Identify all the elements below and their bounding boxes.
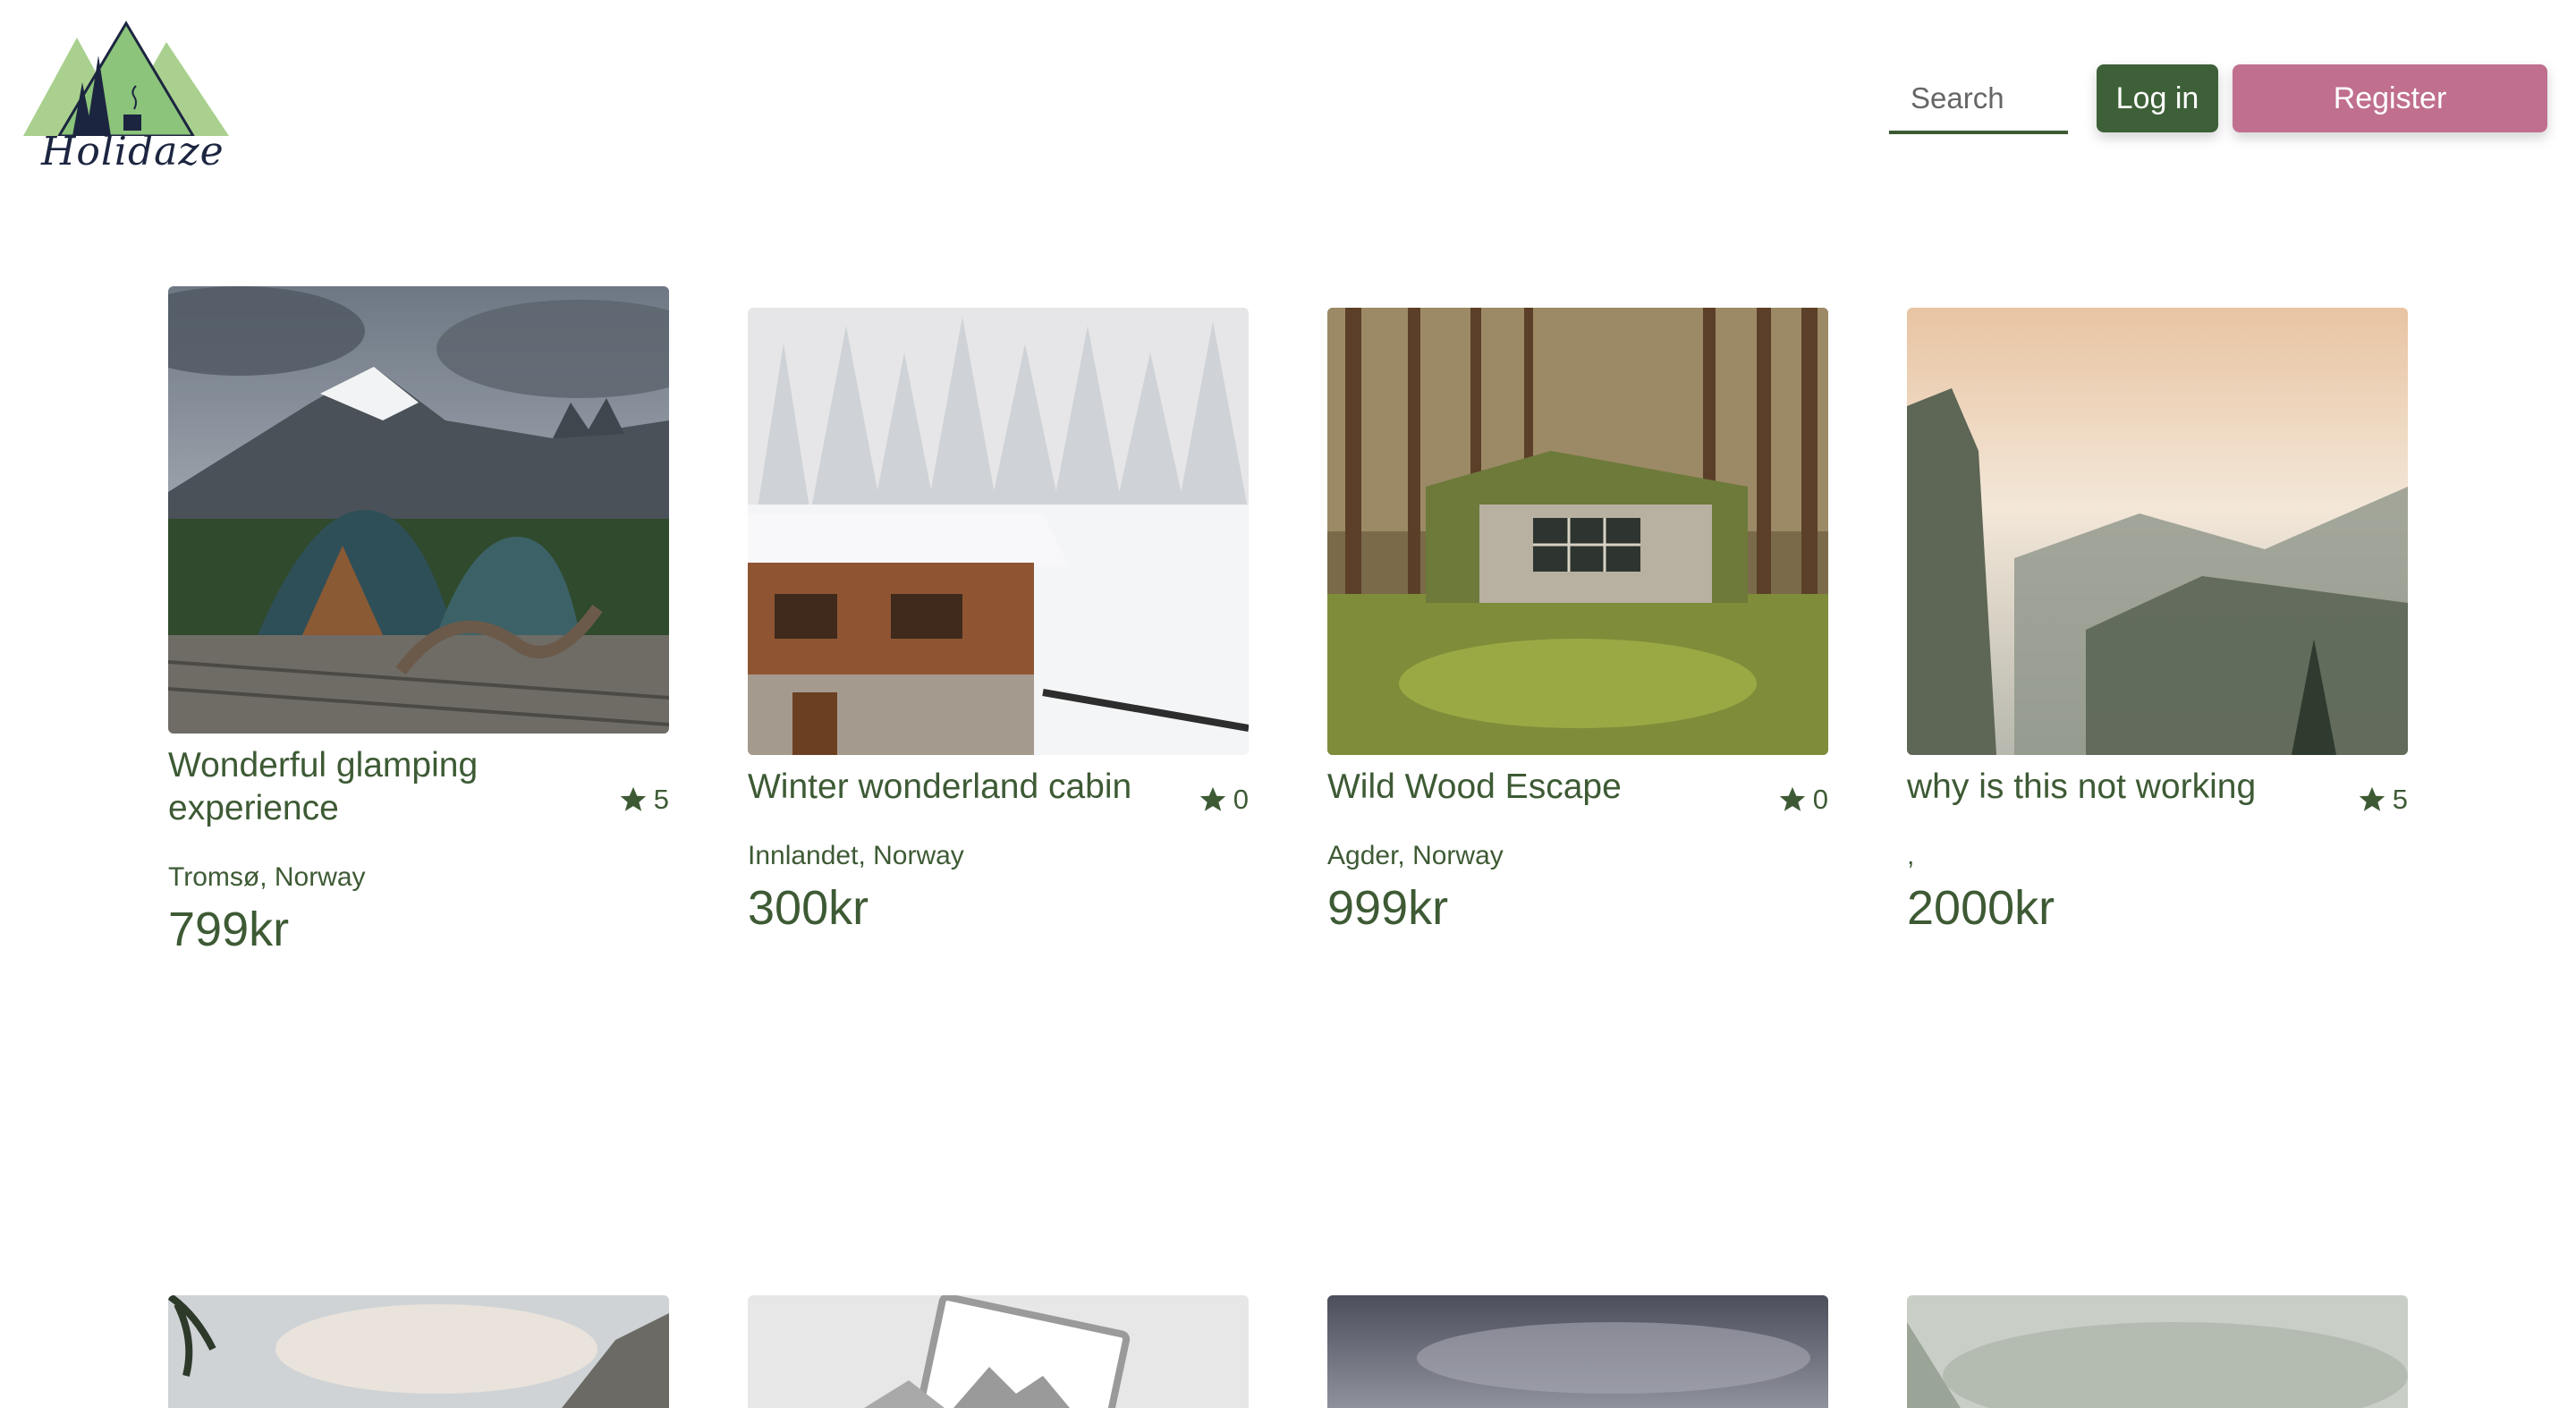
image-placeholder-icon (748, 1295, 1249, 1408)
rating-value: 5 (653, 784, 669, 815)
listing-location: Tromsø, Norway (168, 862, 366, 892)
logo-wordmark: Holidaze (41, 129, 225, 174)
listing-price: 799kr (168, 903, 290, 956)
rating-value: 0 (1233, 784, 1249, 815)
star-icon (1199, 786, 1225, 811)
star-icon (1779, 786, 1805, 811)
listing-image[interactable] (1907, 308, 2408, 755)
listing-image[interactable] (748, 308, 1249, 755)
listing-card[interactable]: Wild Wood Escape 0 Agder, Norway 999kr (1327, 308, 1828, 961)
listing-image[interactable] (748, 1295, 1249, 1408)
listing-image[interactable] (168, 286, 669, 734)
listing-image[interactable] (168, 1295, 669, 1408)
listing-card[interactable]: Wonderful glamping experience 5 Tromsø, … (168, 286, 669, 966)
listing-rating: 0 (1777, 784, 1828, 816)
site-header: Holidaze Log in Register (0, 0, 2576, 197)
star-icon (620, 786, 646, 811)
listing-location: , (1907, 841, 1915, 870)
listing-title[interactable]: Wild Wood Escape (1327, 766, 1748, 809)
listing-image[interactable] (1327, 308, 1828, 755)
listing-location: Innlandet, Norway (748, 841, 964, 870)
listing-price: 999kr (1327, 881, 1449, 935)
listing-title[interactable]: why is this not working (1907, 766, 2327, 809)
listing-price: 300kr (748, 881, 869, 935)
listing-card[interactable]: Winter wonderland cabin 0 Innlandet, Nor… (748, 308, 1249, 961)
listing-title[interactable]: Wonderful glamping experience (168, 744, 589, 830)
search-field[interactable] (1889, 66, 2068, 134)
listing-rating: 0 (1198, 784, 1249, 816)
listing-card[interactable]: why is this not working 5 , 2000kr (1907, 308, 2408, 961)
listing-title[interactable]: Winter wonderland cabin (748, 766, 1168, 809)
listing-image[interactable] (1327, 1295, 1828, 1408)
logo-mountains-icon (23, 21, 229, 138)
rating-value: 0 (1812, 784, 1828, 815)
listing-location: Agder, Norway (1327, 841, 1504, 870)
listing-rating: 5 (618, 784, 669, 816)
rating-value: 5 (2392, 784, 2408, 815)
listing-image[interactable] (1907, 1295, 2408, 1408)
search-input[interactable] (1889, 66, 2068, 131)
login-button[interactable]: Log in (2097, 64, 2218, 132)
listing-price: 2000kr (1907, 881, 2055, 935)
listing-rating: 5 (2357, 784, 2408, 816)
holidaze-logo[interactable]: Holidaze (23, 20, 238, 177)
star-icon (2359, 786, 2385, 811)
register-button[interactable]: Register (2233, 64, 2547, 132)
